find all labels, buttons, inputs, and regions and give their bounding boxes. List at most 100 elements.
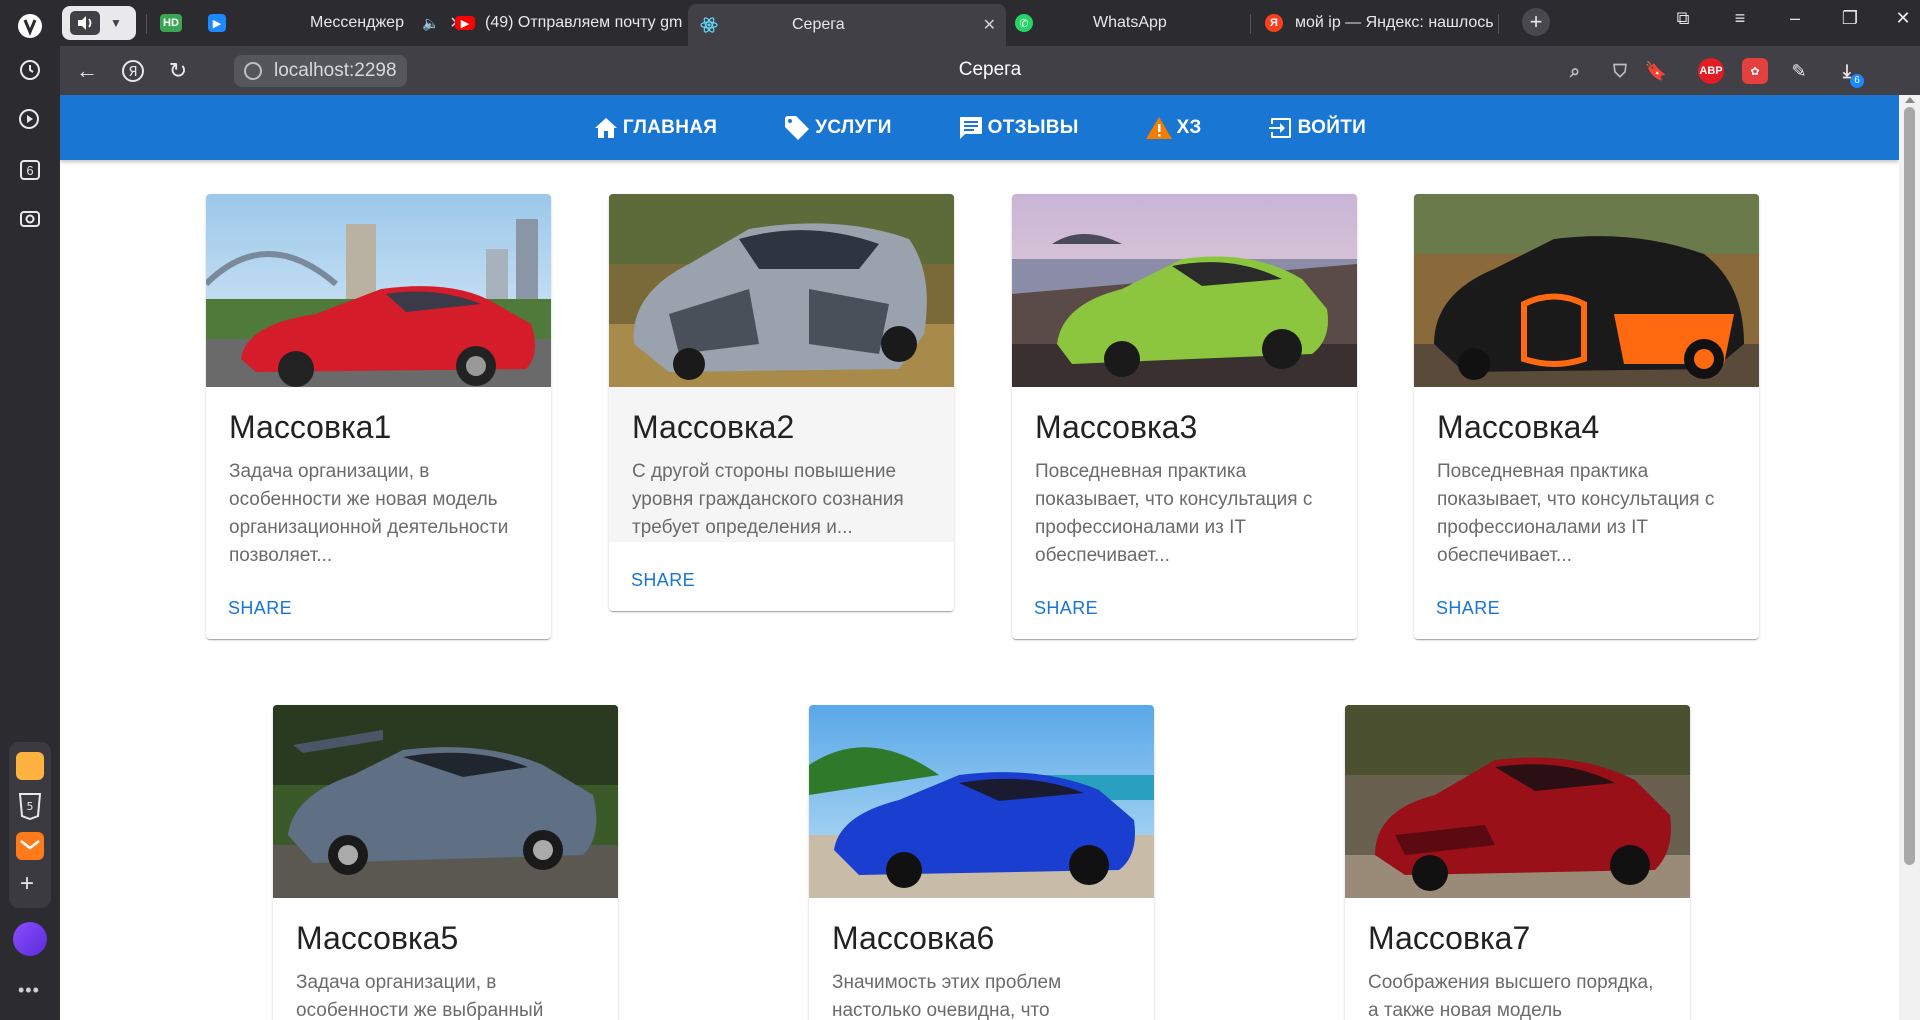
nav-reviews[interactable]: ОТЗЫВЫ <box>958 115 1079 141</box>
notes-app-icon[interactable] <box>16 752 44 780</box>
tabs-counter-icon[interactable]: 6 <box>12 152 48 188</box>
more-icon[interactable]: ••• <box>18 980 40 1001</box>
extension-icon[interactable]: ✿ <box>1742 58 1768 84</box>
translate-icon[interactable]: ⌕ <box>1562 58 1588 84</box>
nav-home-label: ГЛАВНАЯ <box>622 116 718 138</box>
screenshot-icon[interactable] <box>12 200 48 236</box>
adblock-icon[interactable]: ABP <box>1698 58 1724 84</box>
card-title: Массовка3 <box>1035 409 1198 445</box>
alice-assistant-icon[interactable] <box>13 922 47 956</box>
tab-label: мой ip — Яндекс: нашлось <box>1295 14 1493 31</box>
card-description: Повседневная практика показывает, что ко… <box>1035 461 1313 566</box>
tab-yandex[interactable]: Я мой ip — Яндекс: нашлось <box>1265 6 1493 40</box>
green-porsche-image <box>1012 194 1357 387</box>
minimize-icon[interactable]: – <box>1780 8 1810 29</box>
silver-supercar-image <box>609 194 954 387</box>
tab-play-app[interactable]: ▶ <box>208 6 238 40</box>
close-window-icon[interactable]: ✕ <box>1888 8 1918 29</box>
new-tab-button[interactable]: + <box>1522 8 1550 36</box>
mail-icon[interactable] <box>16 832 44 860</box>
svg-text:5: 5 <box>27 800 34 813</box>
card-4: Массовка4 Повседневная практика показыва… <box>1414 194 1759 639</box>
protect-icon[interactable]: ⛉ <box>1607 58 1633 84</box>
page-viewport: ГЛАВНАЯ УСЛУГИ ОТЗЫВЫ ХЗ ВОЙТИ Массовка1… <box>60 95 1920 1020</box>
nav-hz[interactable]: ХЗ <box>1145 115 1202 141</box>
speaker-icon[interactable] <box>70 11 100 35</box>
app-bar: ГЛАВНАЯ УСЛУГИ ОТЗЫВЫ ХЗ ВОЙТИ <box>60 95 1899 160</box>
collections-icon[interactable]: ⧉ <box>1668 8 1698 29</box>
yandex-icon: Я <box>1265 14 1283 32</box>
warning-icon <box>1145 116 1172 139</box>
scrollbar-thumb[interactable] <box>1904 107 1915 865</box>
tabs-counter-badge: 6 <box>20 160 40 180</box>
scroll-up-icon[interactable] <box>1905 97 1915 103</box>
nav-services[interactable]: УСЛУГИ <box>783 115 891 141</box>
yandex-logo-icon[interactable] <box>12 8 48 44</box>
hd-icon: HD <box>160 14 182 32</box>
nav-login[interactable]: ВОЙТИ <box>1268 115 1366 141</box>
card-6: Массовка6 Значимость этих проблем настол… <box>809 705 1154 1020</box>
card-description: Задача организации, в особенности же нов… <box>229 461 509 566</box>
page-title: Серега <box>958 59 1022 80</box>
add-app-icon[interactable]: + <box>20 872 34 896</box>
card-7: Массовка7 Соображения высшего порядка, а… <box>1345 705 1690 1020</box>
card-description: Значимость этих проблем настолько очевид… <box>832 972 1062 1020</box>
tab-youtube[interactable]: ▶ (49) Отправляем почту gm <box>455 6 685 40</box>
card-title: Массовка4 <box>1437 409 1600 445</box>
audio-tab-group[interactable]: ▼ <box>62 6 136 40</box>
tab-label: WhatsApp <box>1093 14 1167 31</box>
restore-icon[interactable]: ❐ <box>1835 8 1865 29</box>
card-description: С другой стороны повышение уровня гражда… <box>632 461 904 538</box>
page-scrollbar[interactable] <box>1899 95 1920 1020</box>
tab-label: Мессенджер <box>310 14 404 31</box>
tab-separator <box>1498 14 1499 34</box>
card-title: Массовка5 <box>296 920 459 956</box>
share-button[interactable]: SHARE <box>218 592 302 625</box>
card-description: Соображения высшего порядка, а также нов… <box>1368 972 1654 1020</box>
tab-label: Серега <box>792 16 845 33</box>
red-ferrari-coupe-image <box>1345 705 1690 898</box>
play-app-icon: ▶ <box>208 14 226 32</box>
tag-icon <box>785 115 810 140</box>
notes-icon[interactable]: ✎ <box>1786 58 1812 84</box>
media-player-icon[interactable] <box>12 102 48 138</box>
nav-login-label: ВОЙТИ <box>1297 116 1367 138</box>
chevron-down-icon[interactable]: ▼ <box>110 16 122 30</box>
card-title: Массовка7 <box>1368 920 1531 956</box>
nav-home[interactable]: ГЛАВНАЯ <box>593 116 717 140</box>
bookmark-icon[interactable]: 🔖 <box>1643 58 1669 84</box>
card-2: Массовка2 С другой стороны повышение уро… <box>609 194 954 611</box>
card-title: Массовка6 <box>832 920 995 956</box>
downloads-badge: 6 <box>1850 74 1864 88</box>
youtube-icon: ▶ <box>455 16 475 30</box>
blue-maserati-image <box>809 705 1154 898</box>
tab-strip: ▼ HD ▶ Мессенджер 🔈 ✕ ▶ (49) Отправляем … <box>60 0 1920 46</box>
nav-services-label: УСЛУГИ <box>815 116 892 138</box>
tab-separator <box>1250 14 1251 34</box>
menu-icon[interactable]: ≡ <box>1725 8 1755 29</box>
close-icon[interactable]: ✕ <box>973 15 1006 35</box>
browser-sidebar: 6 5 + ••• <box>0 0 60 1020</box>
home-icon <box>594 117 617 138</box>
address-bar: ← Я ↻ localhost:2298 Серега ⌕ ⛉ 🔖 ABP ✿ … <box>60 46 1920 95</box>
tab-active-serega[interactable]: Серега ✕ <box>688 4 1006 46</box>
tab-whatsapp[interactable]: ✆ WhatsApp <box>1015 6 1235 40</box>
card-description: Задача организации, в особенности же выб… <box>296 972 544 1020</box>
html5-icon[interactable]: 5 <box>18 792 42 821</box>
card-3: Массовка3 Повседневная практика показыва… <box>1012 194 1357 639</box>
history-icon[interactable] <box>12 52 48 88</box>
share-button[interactable]: SHARE <box>1426 592 1510 625</box>
share-button[interactable]: SHARE <box>621 564 705 597</box>
nav-reviews-label: ОТЗЫВЫ <box>987 116 1079 138</box>
share-button[interactable]: SHARE <box>1024 592 1108 625</box>
card-title: Массовка1 <box>229 409 392 445</box>
browser-window: 6 5 + ••• ▼ HD ▶ Мессенджер 🔈 ▶ (49) Отп… <box>0 0 1920 1020</box>
grey-porsche-image <box>273 705 618 898</box>
speaker-icon[interactable]: 🔈 <box>422 15 439 32</box>
comment-icon <box>959 116 982 139</box>
react-icon <box>700 16 718 34</box>
tab-hd[interactable]: HD <box>160 6 190 40</box>
sidebar-apps-group: 5 + <box>9 742 51 908</box>
card-5: Массовка5 Задача организации, в особенно… <box>273 705 618 1020</box>
tab-separator <box>146 14 147 34</box>
